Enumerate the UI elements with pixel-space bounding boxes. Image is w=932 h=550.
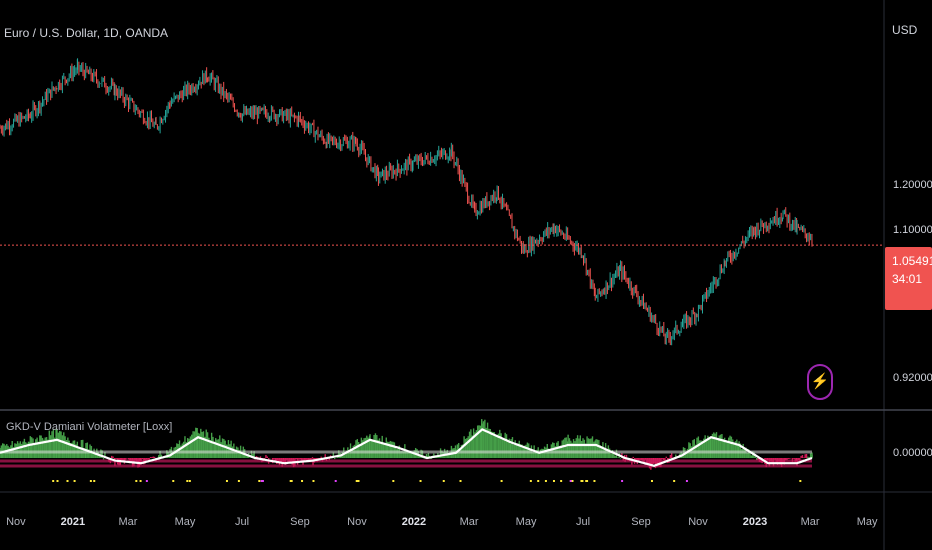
lightning-icon[interactable]: ⚡: [807, 364, 833, 400]
signal-dot: [258, 480, 261, 482]
signal-dot: [290, 480, 293, 482]
signal-dot: [355, 480, 358, 482]
time-axis-label: Sep: [290, 516, 310, 528]
signal-dot: [93, 480, 96, 482]
threshold-band: [0, 464, 812, 468]
signal-dot: [529, 480, 532, 482]
indicator-zero-tick: 0.00000: [893, 447, 932, 459]
signal-dot: [500, 480, 503, 482]
signal-dot: [552, 480, 555, 482]
price-tick: 1.20000: [893, 179, 932, 191]
signal-dot: [586, 480, 589, 482]
signal-dot: [799, 480, 802, 482]
time-axis-label: Nov: [688, 516, 708, 528]
time-axis-label: Mar: [459, 516, 479, 528]
chart-canvas[interactable]: [0, 0, 932, 550]
signal-dot: [52, 480, 55, 482]
last-price-badge: 1.05491 34:01: [885, 247, 932, 310]
signal-dot: [357, 480, 360, 482]
signal-dot: [419, 480, 422, 482]
signal-dot: [237, 480, 240, 482]
signal-dot: [569, 480, 572, 482]
time-axis-label: Mar: [118, 516, 138, 528]
signal-dot: [650, 480, 653, 482]
time-axis-label: Jul: [576, 516, 591, 528]
time-axis-label: May: [515, 516, 537, 528]
signal-dot: [621, 480, 624, 482]
signal-dot: [139, 480, 142, 482]
signal-dot: [334, 480, 337, 482]
signal-dot: [301, 480, 304, 482]
signal-dot: [459, 480, 462, 482]
signal-dot: [145, 480, 148, 482]
signal-dot: [544, 480, 547, 482]
signal-dot: [685, 480, 688, 482]
time-axis-label: May: [174, 516, 196, 528]
currency-label[interactable]: USD: [892, 23, 917, 37]
signal-dot: [673, 480, 676, 482]
signal-dot: [186, 480, 189, 482]
signal-dot: [442, 480, 445, 482]
signal-dot: [188, 480, 191, 482]
indicator-title[interactable]: GKD-V Damiani Volatmeter [Loxx]: [6, 421, 172, 433]
time-axis-label: Nov: [347, 516, 367, 528]
signal-dot: [537, 480, 540, 482]
signal-dot: [571, 480, 574, 482]
price-tick: 0.92000: [893, 372, 932, 384]
price-candles: [0, 58, 813, 346]
time-axis-label: Jul: [234, 516, 250, 528]
signal-dot: [66, 480, 69, 482]
signal-dot: [560, 480, 563, 482]
time-axis-label: 2023: [742, 516, 768, 528]
time-axis-label: Sep: [631, 516, 651, 528]
bar-countdown: 34:01: [892, 272, 923, 286]
signal-dot: [225, 480, 228, 482]
price-tick: 1.10000: [893, 224, 932, 236]
last-price-value: 1.05491: [892, 254, 932, 268]
time-axis-label: 2021: [60, 516, 86, 528]
signal-dot: [580, 480, 583, 482]
time-axis-label: Mar: [800, 516, 820, 528]
signal-dot: [261, 480, 264, 482]
time-axis-label: Nov: [6, 516, 26, 528]
signal-dot: [593, 480, 596, 482]
signal-dot: [135, 480, 138, 482]
signal-dot: [73, 480, 76, 482]
signal-dot: [312, 480, 315, 482]
signal-dot: [89, 480, 92, 482]
symbol-title[interactable]: Euro / U.S. Dollar, 1D, OANDA: [4, 26, 168, 40]
time-axis-label: May: [856, 516, 878, 528]
signal-dot: [56, 480, 59, 482]
signal-dot: [172, 480, 175, 482]
signal-dot: [392, 480, 395, 482]
time-axis-label: 2022: [401, 516, 427, 528]
